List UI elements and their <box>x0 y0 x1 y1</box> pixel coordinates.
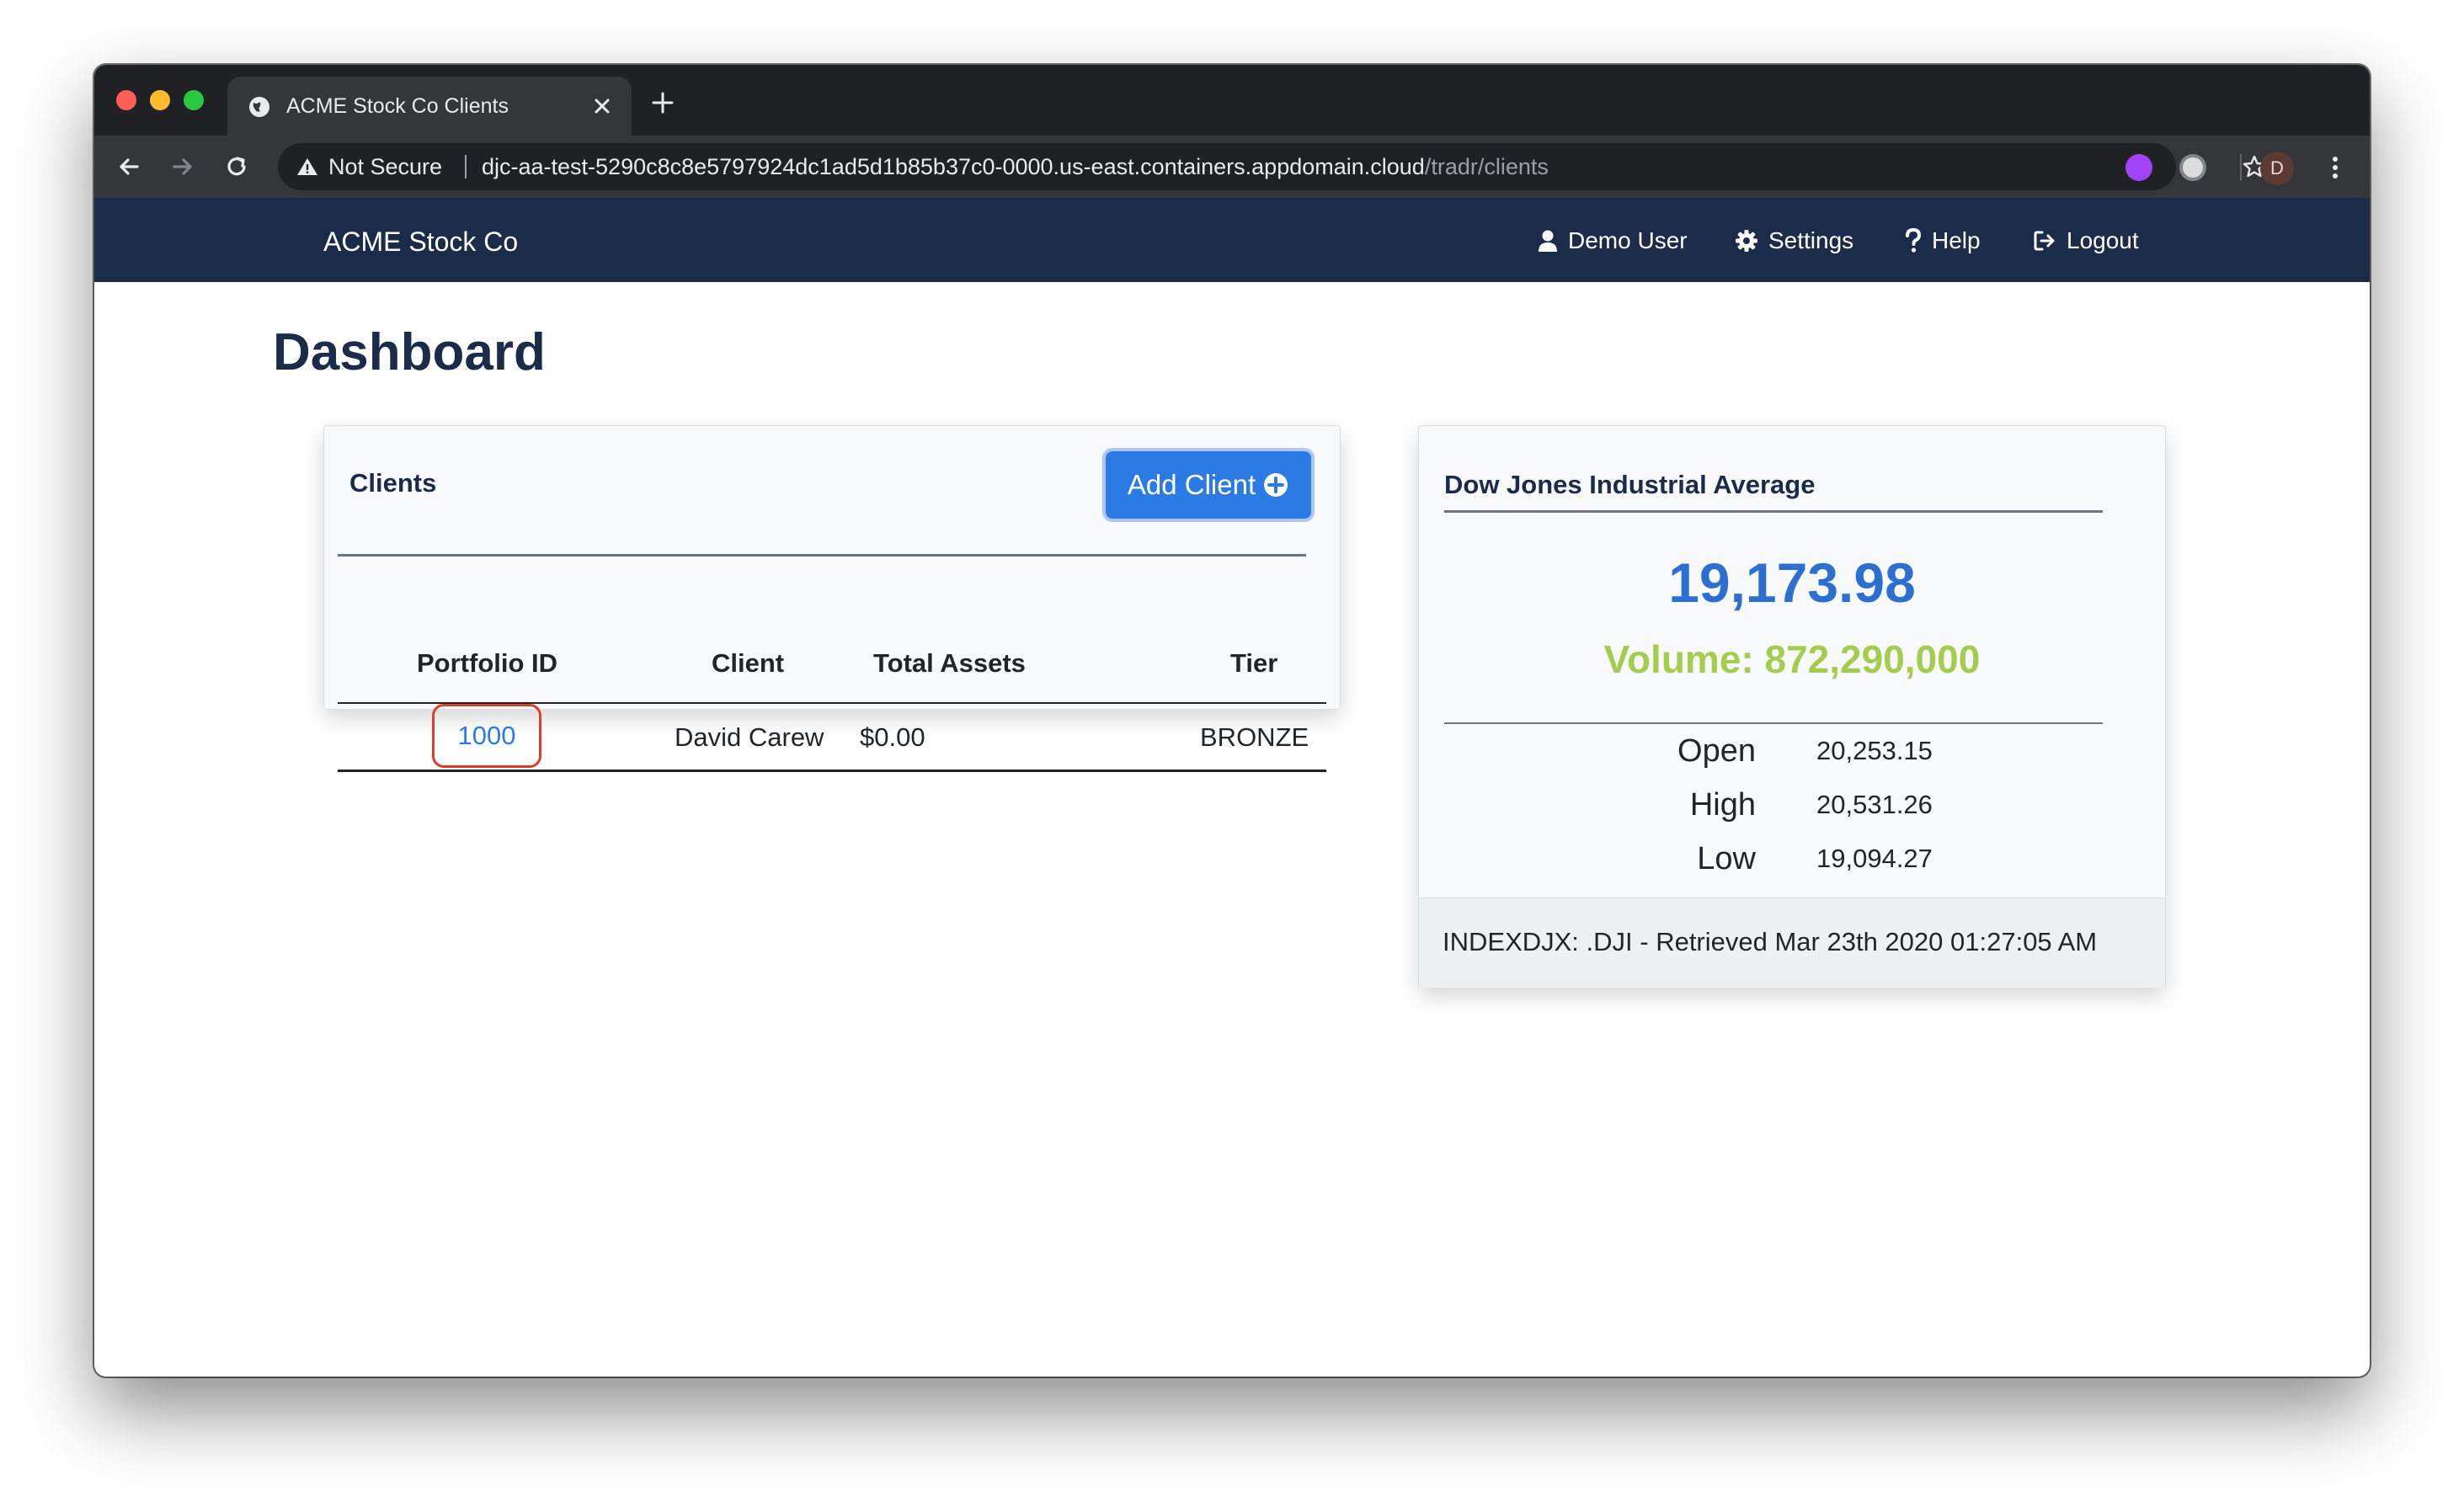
card-divider <box>338 554 1306 557</box>
column-header-total-assets: Total Assets <box>873 648 1026 678</box>
nav-help-label: Help <box>1932 227 1981 253</box>
column-header-portfolio-id: Portfolio ID <box>417 648 558 678</box>
stat-value-low: 19,094.27 <box>1816 844 1933 873</box>
gear-icon <box>1736 230 1757 252</box>
warning-icon <box>297 158 317 175</box>
stat-value-high: 20,531.26 <box>1816 790 1933 819</box>
table-row-divider <box>338 770 1326 772</box>
brand-link[interactable]: ACME Stock Co <box>323 226 518 257</box>
dow-card-footer: INDEXDJX: .DJI - Retrieved Mar 23th 2020… <box>1419 897 2165 988</box>
stat-value-open: 20,253.15 <box>1816 736 1933 765</box>
column-header-client: Client <box>712 648 785 678</box>
add-client-label: Add Client <box>1127 469 1256 500</box>
total-assets-cell: $0.00 <box>860 722 925 752</box>
address-bar[interactable]: Not Secure djc-aa-test-5290c8c8e5797924d… <box>278 143 2266 190</box>
maximize-window-button[interactable] <box>184 90 204 110</box>
nav-settings-label: Settings <box>1768 227 1854 253</box>
clients-card: Clients Add Client Portfolio ID Client T… <box>323 425 1341 772</box>
dow-jones-card: Dow Jones Industrial Average 19,173.98 V… <box>1418 425 2166 988</box>
index-volume: Volume: 872,290,000 <box>1603 637 1981 681</box>
close-window-button[interactable] <box>116 90 136 110</box>
nav-user[interactable]: Demo User <box>1538 226 1688 255</box>
extension-icon[interactable] <box>2125 154 2152 181</box>
menu-icon[interactable] <box>2323 154 2348 181</box>
page-title: Dashboard <box>273 323 546 381</box>
browser-titlebar: ACME Stock Co Clients <box>94 65 2370 136</box>
clients-card-title: Clients <box>349 468 437 498</box>
minimize-window-button[interactable] <box>150 90 170 110</box>
stat-label-open: Open <box>1677 733 1756 769</box>
address-separator <box>465 155 467 178</box>
globe-icon <box>249 97 269 117</box>
plus-circle-icon <box>1264 473 1288 497</box>
question-icon <box>1906 228 1922 253</box>
extension-icon[interactable] <box>2179 154 2206 181</box>
dow-card-title: Dow Jones Industrial Average <box>1444 470 1816 499</box>
back-icon[interactable] <box>115 152 143 181</box>
column-header-tier: Tier <box>1230 648 1278 678</box>
profile-avatar[interactable]: D <box>2260 152 2294 185</box>
tab-title: ACME Stock Co Clients <box>286 94 509 118</box>
reload-icon[interactable] <box>222 152 251 181</box>
browser-window: ACME Stock Co Clients Not Secure djc-aa-… <box>94 65 2370 1377</box>
url-path: /tradr/clients <box>1424 154 1549 179</box>
card-divider <box>1444 722 2103 724</box>
app-navbar: ACME Stock Co Demo User Settings Help Lo… <box>94 198 2370 282</box>
url-host: djc-aa-test-5290c8c8e5797924dc1ad5d1b85b… <box>482 154 1425 179</box>
retrieved-timestamp: INDEXDJX: .DJI - Retrieved Mar 23th 2020… <box>1443 927 2098 956</box>
forward-icon[interactable] <box>168 152 197 181</box>
tier-cell: BRONZE <box>1200 722 1309 752</box>
portfolio-id-link[interactable]: 1000 <box>432 704 541 768</box>
stat-label-low: Low <box>1697 841 1756 876</box>
user-icon <box>1539 230 1557 252</box>
browser-toolbar: Not Secure djc-aa-test-5290c8c8e5797924d… <box>94 136 2370 198</box>
nav-settings[interactable]: Settings <box>1735 226 1853 255</box>
url-text[interactable]: djc-aa-test-5290c8c8e5797924dc1ad5d1b85b… <box>482 154 1549 179</box>
index-price: 19,173.98 <box>1668 551 1916 614</box>
client-name-cell: David Carew <box>675 722 824 752</box>
browser-tab[interactable]: ACME Stock Co Clients <box>227 77 632 136</box>
toolbar-divider <box>2240 154 2242 181</box>
security-label[interactable]: Not Secure <box>328 154 442 179</box>
plus-icon[interactable] <box>650 90 675 115</box>
logout-icon <box>2034 231 2055 251</box>
close-icon[interactable] <box>589 93 615 119</box>
stat-label-high: High <box>1689 787 1756 823</box>
nav-user-label: Demo User <box>1568 227 1688 253</box>
nav-logout-label: Logout <box>2067 227 2139 253</box>
nav-help[interactable]: Help <box>1905 226 1981 255</box>
add-client-button[interactable]: Add Client <box>1106 451 1311 519</box>
nav-logout[interactable]: Logout <box>2033 226 2139 255</box>
card-divider <box>1444 510 2103 513</box>
